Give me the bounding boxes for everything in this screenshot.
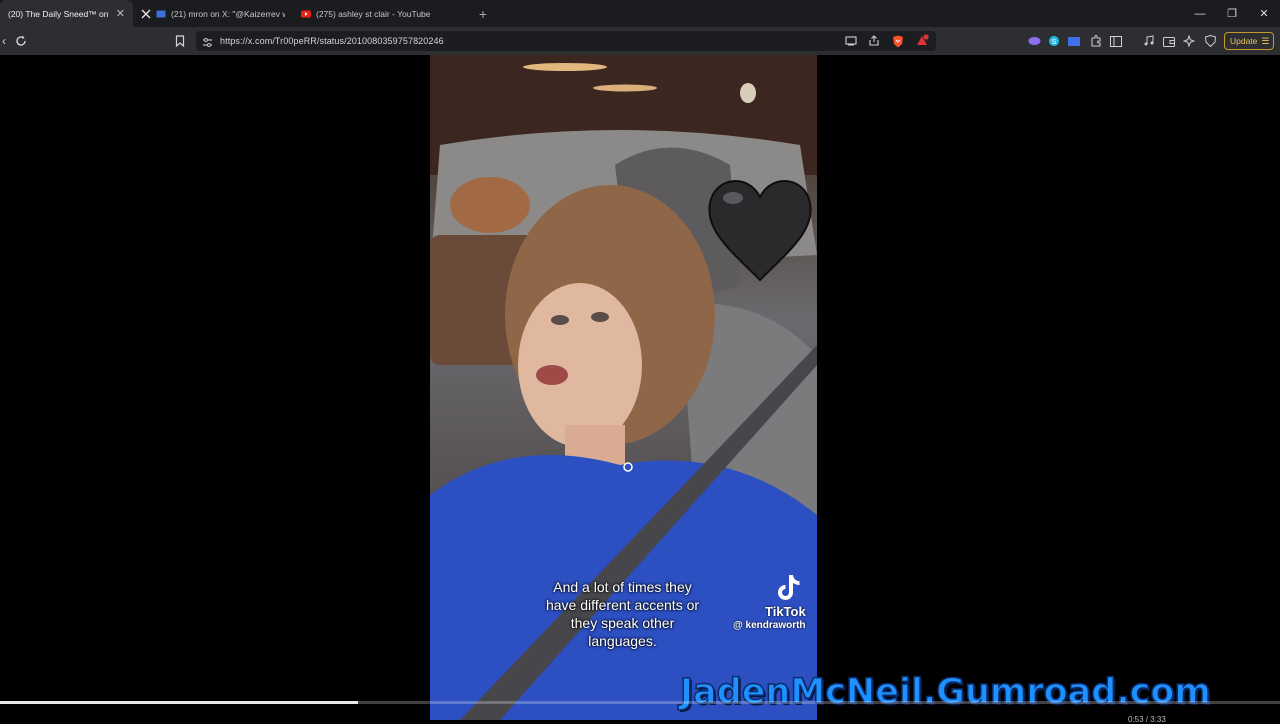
video-progress-bar[interactable] — [0, 701, 1280, 704]
extension-blue-icon[interactable] — [1066, 33, 1082, 49]
youtube-icon — [301, 9, 311, 19]
leo-ai-icon[interactable] — [1181, 33, 1197, 49]
tab-youtube[interactable]: (275) ashley st clair - YouTube — [293, 0, 463, 27]
caption-line: And a lot of times they — [553, 579, 692, 595]
reload-icon[interactable] — [11, 31, 31, 51]
update-button[interactable]: Update ☰ — [1224, 32, 1274, 50]
caption-line: languages. — [588, 633, 657, 649]
progress-fill — [0, 701, 359, 704]
tab-daily-sneed[interactable]: (20) The Daily Sneed™ on X: ✕ — [0, 0, 133, 27]
watermark-text: JadenMcNeil.Gumroad.com — [679, 671, 1211, 713]
caption-line: have different accents or — [545, 597, 700, 613]
restore-button[interactable]: ❐ — [1216, 0, 1248, 27]
svg-text:S: S — [1052, 39, 1057, 46]
menu-icon: ☰ — [1261, 35, 1270, 46]
tab-title: (275) ashley st clair - YouTube — [316, 8, 431, 19]
vpn-icon[interactable] — [1202, 33, 1218, 49]
message-icon — [156, 9, 166, 19]
window-controls: — ❐ ✕ — [1184, 0, 1280, 27]
tab-close-icon[interactable]: ✕ — [110, 7, 125, 20]
tiktok-logo-icon — [778, 575, 800, 600]
window-close-button[interactable]: ✕ — [1248, 0, 1280, 27]
extension-cyan-icon[interactable]: S — [1046, 33, 1062, 49]
tab-mron[interactable]: (21) mron on X: "@Kaizerrev wh — [133, 0, 293, 27]
wallet-icon[interactable] — [1161, 33, 1177, 49]
update-label: Update — [1230, 36, 1258, 46]
tab-title: (21) mron on X: "@Kaizerrev wh — [171, 8, 285, 19]
x-icon — [141, 9, 151, 19]
tiktok-username: @ kendraworth — [733, 620, 806, 631]
video-caption: And a lot of times they have different a… — [515, 578, 730, 650]
tab-title: (20) The Daily Sneed™ on X: — [8, 8, 110, 19]
tab-strip: (20) The Daily Sneed™ on X: ✕ (21) mron … — [0, 0, 1280, 27]
tiktok-name: TikTok — [765, 604, 806, 619]
minimize-button[interactable]: — — [1184, 0, 1216, 27]
sidebar-icon[interactable] — [1108, 33, 1124, 49]
url-text: https://x.com/Tr00peRR/status/2010080359… — [220, 36, 444, 46]
share-icon[interactable] — [866, 33, 882, 49]
address-bar[interactable]: https://x.com/Tr00peRR/status/2010080359… — [196, 31, 936, 51]
page-content: And a lot of times they have different a… — [0, 55, 1280, 724]
site-settings-icon[interactable] — [202, 35, 213, 53]
cast-icon[interactable] — [843, 33, 859, 49]
brave-rewards-icon[interactable] — [914, 33, 930, 49]
extension-purple-icon[interactable] — [1026, 33, 1042, 49]
bookmark-icon[interactable] — [170, 31, 190, 51]
caption-line: they speak other — [570, 615, 675, 631]
extensions-puzzle-icon[interactable] — [1088, 33, 1104, 49]
media-icon[interactable] — [1141, 33, 1157, 49]
new-tab-button[interactable]: + — [473, 6, 493, 22]
brave-shields-icon[interactable] — [890, 33, 906, 49]
